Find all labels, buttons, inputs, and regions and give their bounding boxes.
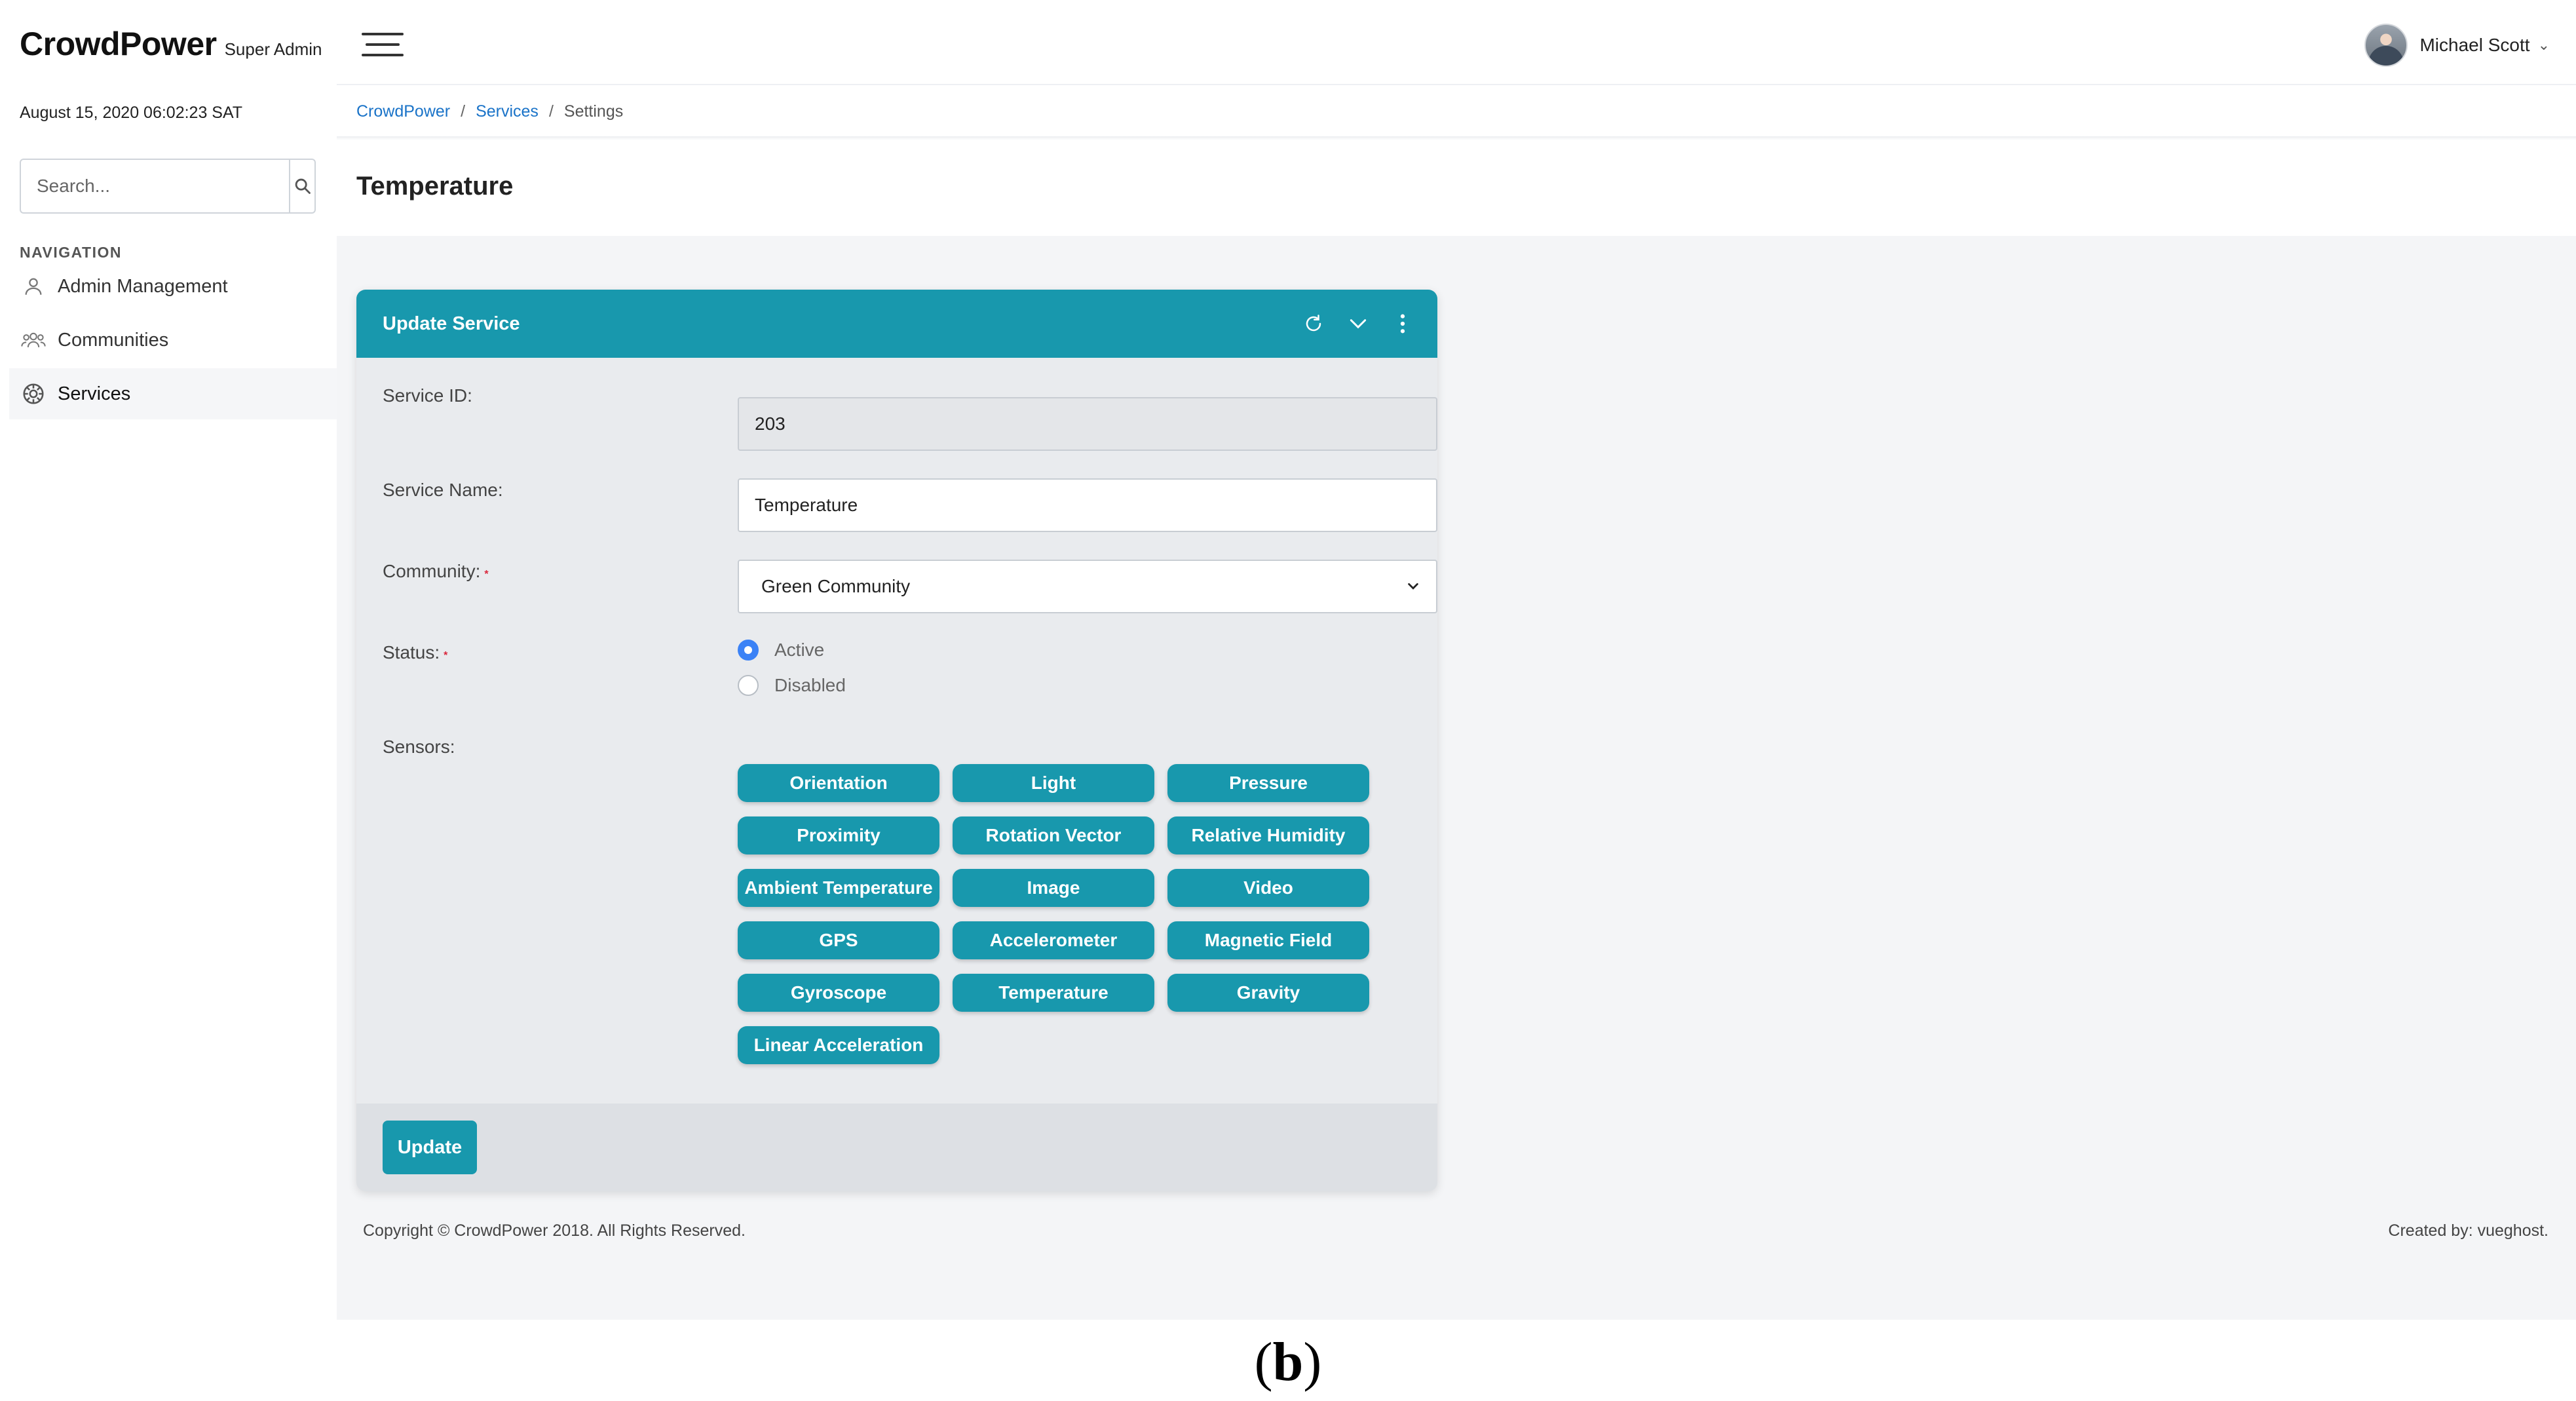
sensor-chip[interactable]: Pressure	[1167, 764, 1369, 802]
card-tools	[1302, 290, 1414, 358]
sidebar-item-communities[interactable]: Communities	[9, 315, 337, 366]
update-button[interactable]: Update	[383, 1121, 477, 1174]
service-name-field[interactable]: Temperature	[738, 478, 1437, 532]
service-id-field: 203	[738, 397, 1437, 451]
copyright-text: Copyright © CrowdPower 2018. All Rights …	[363, 1221, 746, 1240]
required-mark: *	[444, 650, 448, 661]
brand-name: CrowdPower	[20, 26, 217, 62]
required-mark: *	[484, 569, 489, 580]
community-select[interactable]: Green Community	[738, 560, 1437, 613]
more-vertical-icon[interactable]	[1392, 313, 1414, 335]
sidebar: August 15, 2020 06:02:23 SAT NAVIGATION …	[0, 85, 337, 1401]
search-input[interactable]	[21, 160, 289, 212]
sensor-chip[interactable]: Gravity	[1167, 974, 1369, 1012]
chevron-down-icon: ⌄	[2537, 37, 2550, 53]
sensors-row: Sensors:	[383, 737, 455, 758]
current-datetime: August 15, 2020 06:02:23 SAT	[20, 104, 243, 122]
page-title: Temperature	[356, 172, 514, 201]
sensor-chip[interactable]: Orientation	[738, 764, 939, 802]
radio-checked-icon	[738, 640, 759, 661]
status-row: Status: *	[383, 642, 447, 663]
sensor-chip[interactable]: Light	[953, 764, 1154, 802]
status-label: Status:	[383, 642, 440, 662]
sensor-chip[interactable]: Ambient Temperature	[738, 869, 939, 907]
caption-open: (	[1254, 1332, 1273, 1392]
caption-close: )	[1303, 1332, 1322, 1392]
chevron-down-icon	[1408, 583, 1418, 590]
main-content: Update Service Service ID: 203 Service N…	[337, 236, 2576, 1320]
sensor-chip[interactable]: Magnetic Field	[1167, 921, 1369, 959]
status-option-label: Disabled	[774, 675, 846, 695]
sidebar-item-label: Admin Management	[58, 275, 228, 297]
gear-icon	[21, 381, 46, 406]
created-by-text: Created by: vueghost.	[2388, 1221, 2548, 1240]
breadcrumb-home-link[interactable]: CrowdPower	[356, 102, 450, 121]
search-box	[20, 159, 316, 214]
sensor-chip[interactable]: Video	[1167, 869, 1369, 907]
chevron-down-icon[interactable]	[1347, 313, 1369, 335]
community-label: Community:	[383, 561, 481, 581]
status-radio-disabled[interactable]: Disabled	[738, 675, 846, 696]
user-menu[interactable]: Michael Scott ⌄	[2364, 24, 2550, 67]
sensor-chip[interactable]: Rotation Vector	[953, 816, 1154, 854]
sidebar-item-admin-management[interactable]: Admin Management	[9, 261, 337, 312]
sensor-chip[interactable]: Proximity	[738, 816, 939, 854]
sensor-chip[interactable]: Relative Humidity	[1167, 816, 1369, 854]
community-selected-value: Green Community	[761, 576, 911, 596]
breadcrumb-current: Settings	[563, 102, 624, 121]
service-name-value: Temperature	[755, 495, 858, 515]
community-row: Community: *	[383, 561, 489, 582]
breadcrumb-separator: /	[461, 102, 466, 121]
sensor-chip[interactable]: Temperature	[953, 974, 1154, 1012]
status-radio-active[interactable]: Active	[738, 640, 824, 661]
service-name-label: Service Name:	[383, 480, 503, 500]
sensors-label: Sensors:	[383, 737, 455, 757]
sidebar-item-services[interactable]: Services	[9, 368, 337, 419]
users-icon	[21, 328, 46, 353]
card-title: Update Service	[383, 313, 520, 334]
update-service-card: Update Service Service ID: 203 Service N…	[356, 290, 1437, 1191]
nav-heading: NAVIGATION	[20, 244, 122, 261]
service-name-row: Service Name:	[383, 480, 503, 501]
refresh-icon[interactable]	[1302, 313, 1325, 335]
sensor-chip[interactable]: Gyroscope	[738, 974, 939, 1012]
status-option-label: Active	[774, 640, 825, 660]
breadcrumb-services-link[interactable]: Services	[476, 102, 539, 121]
sensor-chip[interactable]: Accelerometer	[953, 921, 1154, 959]
sidebar-item-label: Communities	[58, 329, 169, 351]
sensor-chip[interactable]: Image	[953, 869, 1154, 907]
card-header: Update Service	[356, 290, 1437, 358]
avatar	[2364, 24, 2408, 67]
menu-toggle-icon[interactable]	[362, 33, 404, 59]
sensor-chip[interactable]: GPS	[738, 921, 939, 959]
radio-unchecked-icon	[738, 675, 759, 696]
user-icon	[21, 274, 46, 299]
caption-letter: b	[1272, 1332, 1304, 1392]
figure-caption: (b)	[0, 1330, 2576, 1394]
card-footer: Update	[356, 1104, 1437, 1191]
breadcrumb-separator: /	[548, 102, 554, 121]
service-id-row: Service ID:	[383, 385, 472, 406]
breadcrumb: CrowdPower / Services / Settings	[356, 102, 623, 121]
brand-role: Super Admin	[224, 39, 322, 59]
sidebar-item-label: Services	[58, 383, 131, 404]
brand[interactable]: CrowdPower Super Admin	[20, 25, 322, 67]
service-id-value: 203	[755, 413, 786, 434]
topbar-divider	[337, 84, 2576, 85]
user-name: Michael Scott	[2419, 35, 2530, 55]
search-icon	[295, 178, 311, 194]
search-button[interactable]	[289, 160, 314, 212]
service-id-label: Service ID:	[383, 385, 472, 406]
sensor-chip[interactable]: Linear Acceleration	[738, 1026, 939, 1064]
header-shadow	[337, 136, 2576, 140]
